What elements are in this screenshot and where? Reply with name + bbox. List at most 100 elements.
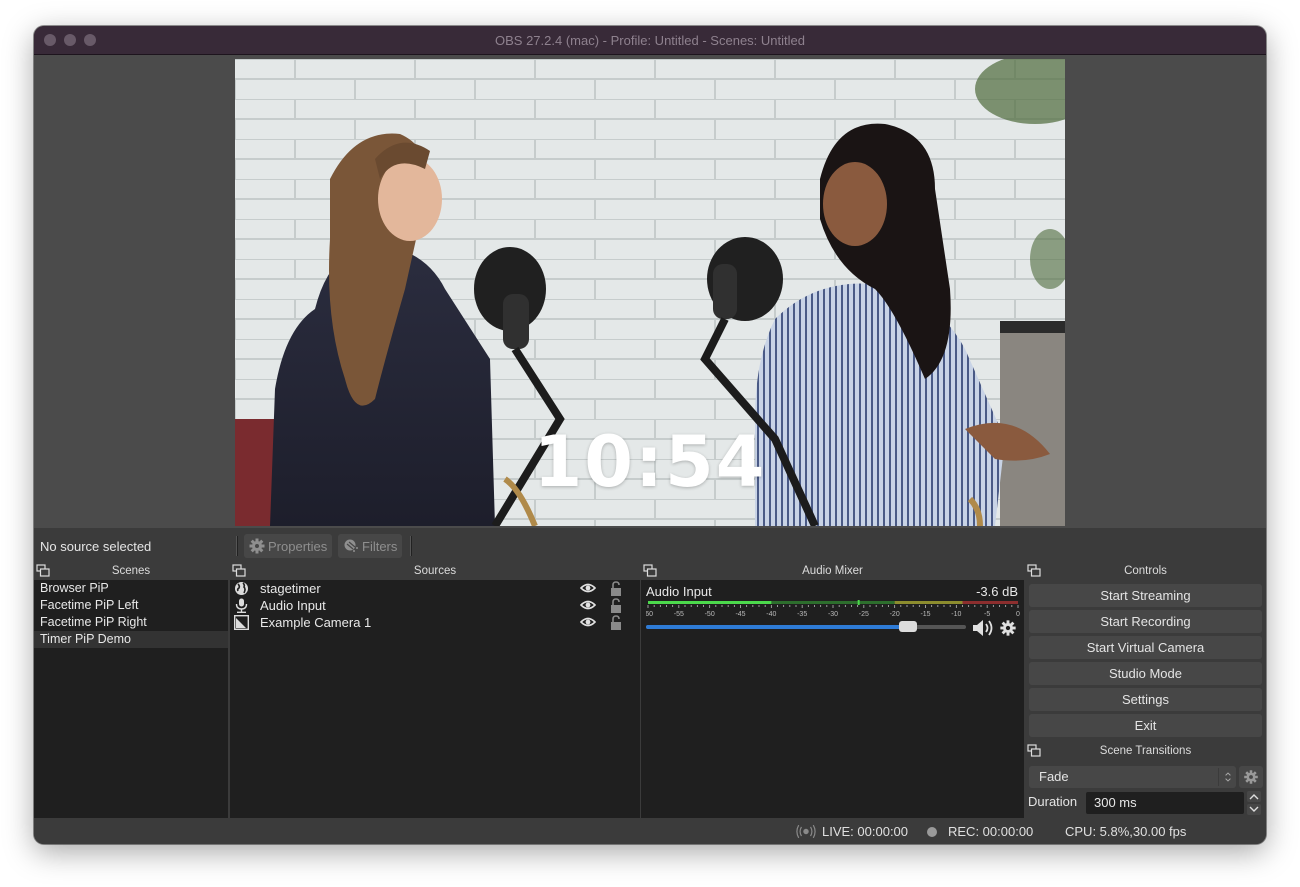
exit-button[interactable]: Exit	[1029, 714, 1262, 737]
live-timer: LIVE: 00:00:00	[822, 824, 909, 839]
channel-db-level: -3.6 dB	[976, 584, 1018, 599]
audio-mixer-dock-header: Audio Mixer	[641, 562, 1024, 580]
source-item[interactable]: stagetimer	[230, 580, 640, 597]
meter-tick-label: -55	[674, 611, 684, 618]
scene-item[interactable]: Browser PiP	[34, 580, 228, 597]
close-window-button[interactable]	[44, 34, 56, 46]
start-streaming-button[interactable]: Start Streaming	[1029, 584, 1262, 607]
scene-item-selected[interactable]: Timer PiP Demo	[34, 631, 228, 648]
filters-label: Filters	[362, 538, 398, 554]
unlocked-icon[interactable]	[610, 615, 622, 630]
visibility-eye-icon[interactable]	[580, 599, 596, 611]
meter-level-fill	[648, 601, 772, 604]
meter-peak-indicator	[857, 600, 860, 605]
source-item[interactable]: Example Camera 1	[230, 614, 640, 631]
meter-tick-label: -25	[859, 611, 869, 618]
select-arrows	[1218, 768, 1236, 786]
start-virtual-camera-button[interactable]: Start Virtual Camera	[1029, 636, 1262, 659]
scene-item-label: Timer PiP Demo	[40, 632, 131, 646]
transition-properties-button[interactable]	[1239, 766, 1263, 788]
source-item-label: stagetimer	[260, 581, 321, 596]
audio-channel: Audio Input -3.6 dB -60-55-50-45-40-35-3…	[641, 580, 1024, 640]
gear-icon	[1244, 770, 1258, 784]
rec-timer: REC: 00:00:00	[948, 824, 1034, 839]
recording-dot-icon	[927, 827, 937, 837]
scene-item[interactable]: Facetime PiP Right	[34, 614, 228, 631]
undock-icon[interactable]	[643, 564, 657, 577]
meter-tick-label: -10	[951, 611, 961, 618]
title-bar: OBS 27.2.4 (mac) - Profile: Untitled - S…	[34, 26, 1266, 55]
meter-red-zone	[962, 601, 1018, 604]
volume-slider-fill	[646, 625, 909, 629]
scene-item-label: Facetime PiP Left	[40, 598, 139, 612]
meter-tick-label: -30	[828, 611, 838, 618]
scenes-dock-header: Scenes	[34, 562, 228, 580]
meter-tick-label: -60	[646, 611, 653, 618]
meter-tick-label: -15	[920, 611, 930, 618]
source-item[interactable]: Audio Input	[230, 597, 640, 614]
chevron-up-down-icon	[1225, 772, 1231, 782]
scene-transitions-dock: Scene Transitions Fade Duration 300 ms	[1025, 742, 1266, 818]
sources-dock-header: Sources	[230, 562, 640, 580]
zoom-window-button[interactable]	[84, 34, 96, 46]
microphone-icon	[235, 598, 248, 613]
streaming-signal-icon	[796, 825, 816, 838]
audio-settings-gear-icon[interactable]	[999, 619, 1017, 637]
obs-window: OBS 27.2.4 (mac) - Profile: Untitled - S…	[34, 26, 1266, 844]
scenes-dock-title: Scenes	[111, 565, 151, 577]
scene-item-label: Facetime PiP Right	[40, 615, 147, 629]
audio-mixer-dock: Audio Mixer Audio Input -3.6 dB -60 -55 -5…	[641, 562, 1024, 844]
duration-label: Duration	[1028, 794, 1078, 809]
audio-mixer-body: Audio Input -3.6 dB -60-55-50-45-40-35-3…	[641, 580, 1024, 844]
visibility-eye-icon[interactable]	[580, 616, 596, 628]
sources-dock-title: Sources	[413, 565, 457, 577]
undock-icon[interactable]	[1027, 744, 1041, 757]
volume-slider[interactable]	[646, 621, 966, 632]
meter-tick-label: -50	[705, 611, 715, 618]
undock-icon[interactable]	[36, 564, 50, 577]
gear-icon	[249, 538, 265, 554]
visibility-eye-icon[interactable]	[580, 582, 596, 594]
selected-source-label: No source selected	[40, 539, 152, 554]
start-recording-button[interactable]: Start Recording	[1029, 610, 1262, 633]
scene-item-label: Browser PiP	[40, 581, 109, 595]
controls-dock-header: Controls	[1025, 562, 1266, 580]
duration-spinbox[interactable]: 300 ms	[1086, 792, 1244, 814]
sources-dock: Sources stagetimer Audio Input Example C…	[230, 562, 640, 844]
filter-icon	[344, 539, 358, 552]
source-item-label: Example Camera 1	[260, 615, 372, 630]
globe-icon	[235, 582, 248, 595]
meter-tick-label: 0	[1016, 611, 1020, 618]
meter-tick-label: -35	[797, 611, 807, 618]
volume-meter: -60-55-50-45-40-35-30-25-20-15-10-50	[646, 600, 1020, 618]
cpu-fps-stats: CPU: 5.8%,30.00 fps	[1065, 824, 1187, 839]
minimize-window-button[interactable]	[64, 34, 76, 46]
unlocked-icon[interactable]	[610, 598, 622, 613]
meter-tick-label: -5	[984, 611, 990, 618]
meter-yellow-zone	[894, 601, 963, 604]
duration-stepper[interactable]	[1247, 791, 1261, 815]
properties-label: Properties	[268, 538, 328, 554]
transition-select[interactable]: Fade	[1029, 766, 1236, 788]
filters-button[interactable]: Filters	[338, 534, 403, 558]
channel-name: Audio Input	[646, 584, 712, 599]
undock-icon[interactable]	[1027, 564, 1041, 577]
window-controls	[44, 34, 96, 46]
settings-button[interactable]: Settings	[1029, 688, 1262, 711]
program-preview[interactable]: 10:54	[235, 59, 1065, 526]
mute-speaker-icon[interactable]	[971, 618, 995, 638]
volume-slider-handle[interactable]	[899, 621, 918, 632]
stagetimer-countdown: 10:54	[533, 421, 767, 503]
window-title: OBS 27.2.4 (mac) - Profile: Untitled - S…	[495, 32, 805, 48]
source-toolbar: No source selected Properties Filters	[34, 530, 1266, 562]
meter-tick-label: -40	[766, 611, 776, 618]
studio-mode-button[interactable]: Studio Mode	[1029, 662, 1262, 685]
sources-list: stagetimer Audio Input Example Camera 1	[230, 580, 640, 818]
scene-item[interactable]: Facetime PiP Left	[34, 597, 228, 614]
meter-tick-label: -20	[890, 611, 900, 618]
unlocked-icon[interactable]	[610, 581, 622, 596]
controls-dock: Controls Start Streaming Start Recording…	[1025, 562, 1266, 742]
transition-select-value: Fade	[1039, 769, 1069, 784]
undock-icon[interactable]	[232, 564, 246, 577]
properties-button[interactable]: Properties	[244, 534, 333, 558]
